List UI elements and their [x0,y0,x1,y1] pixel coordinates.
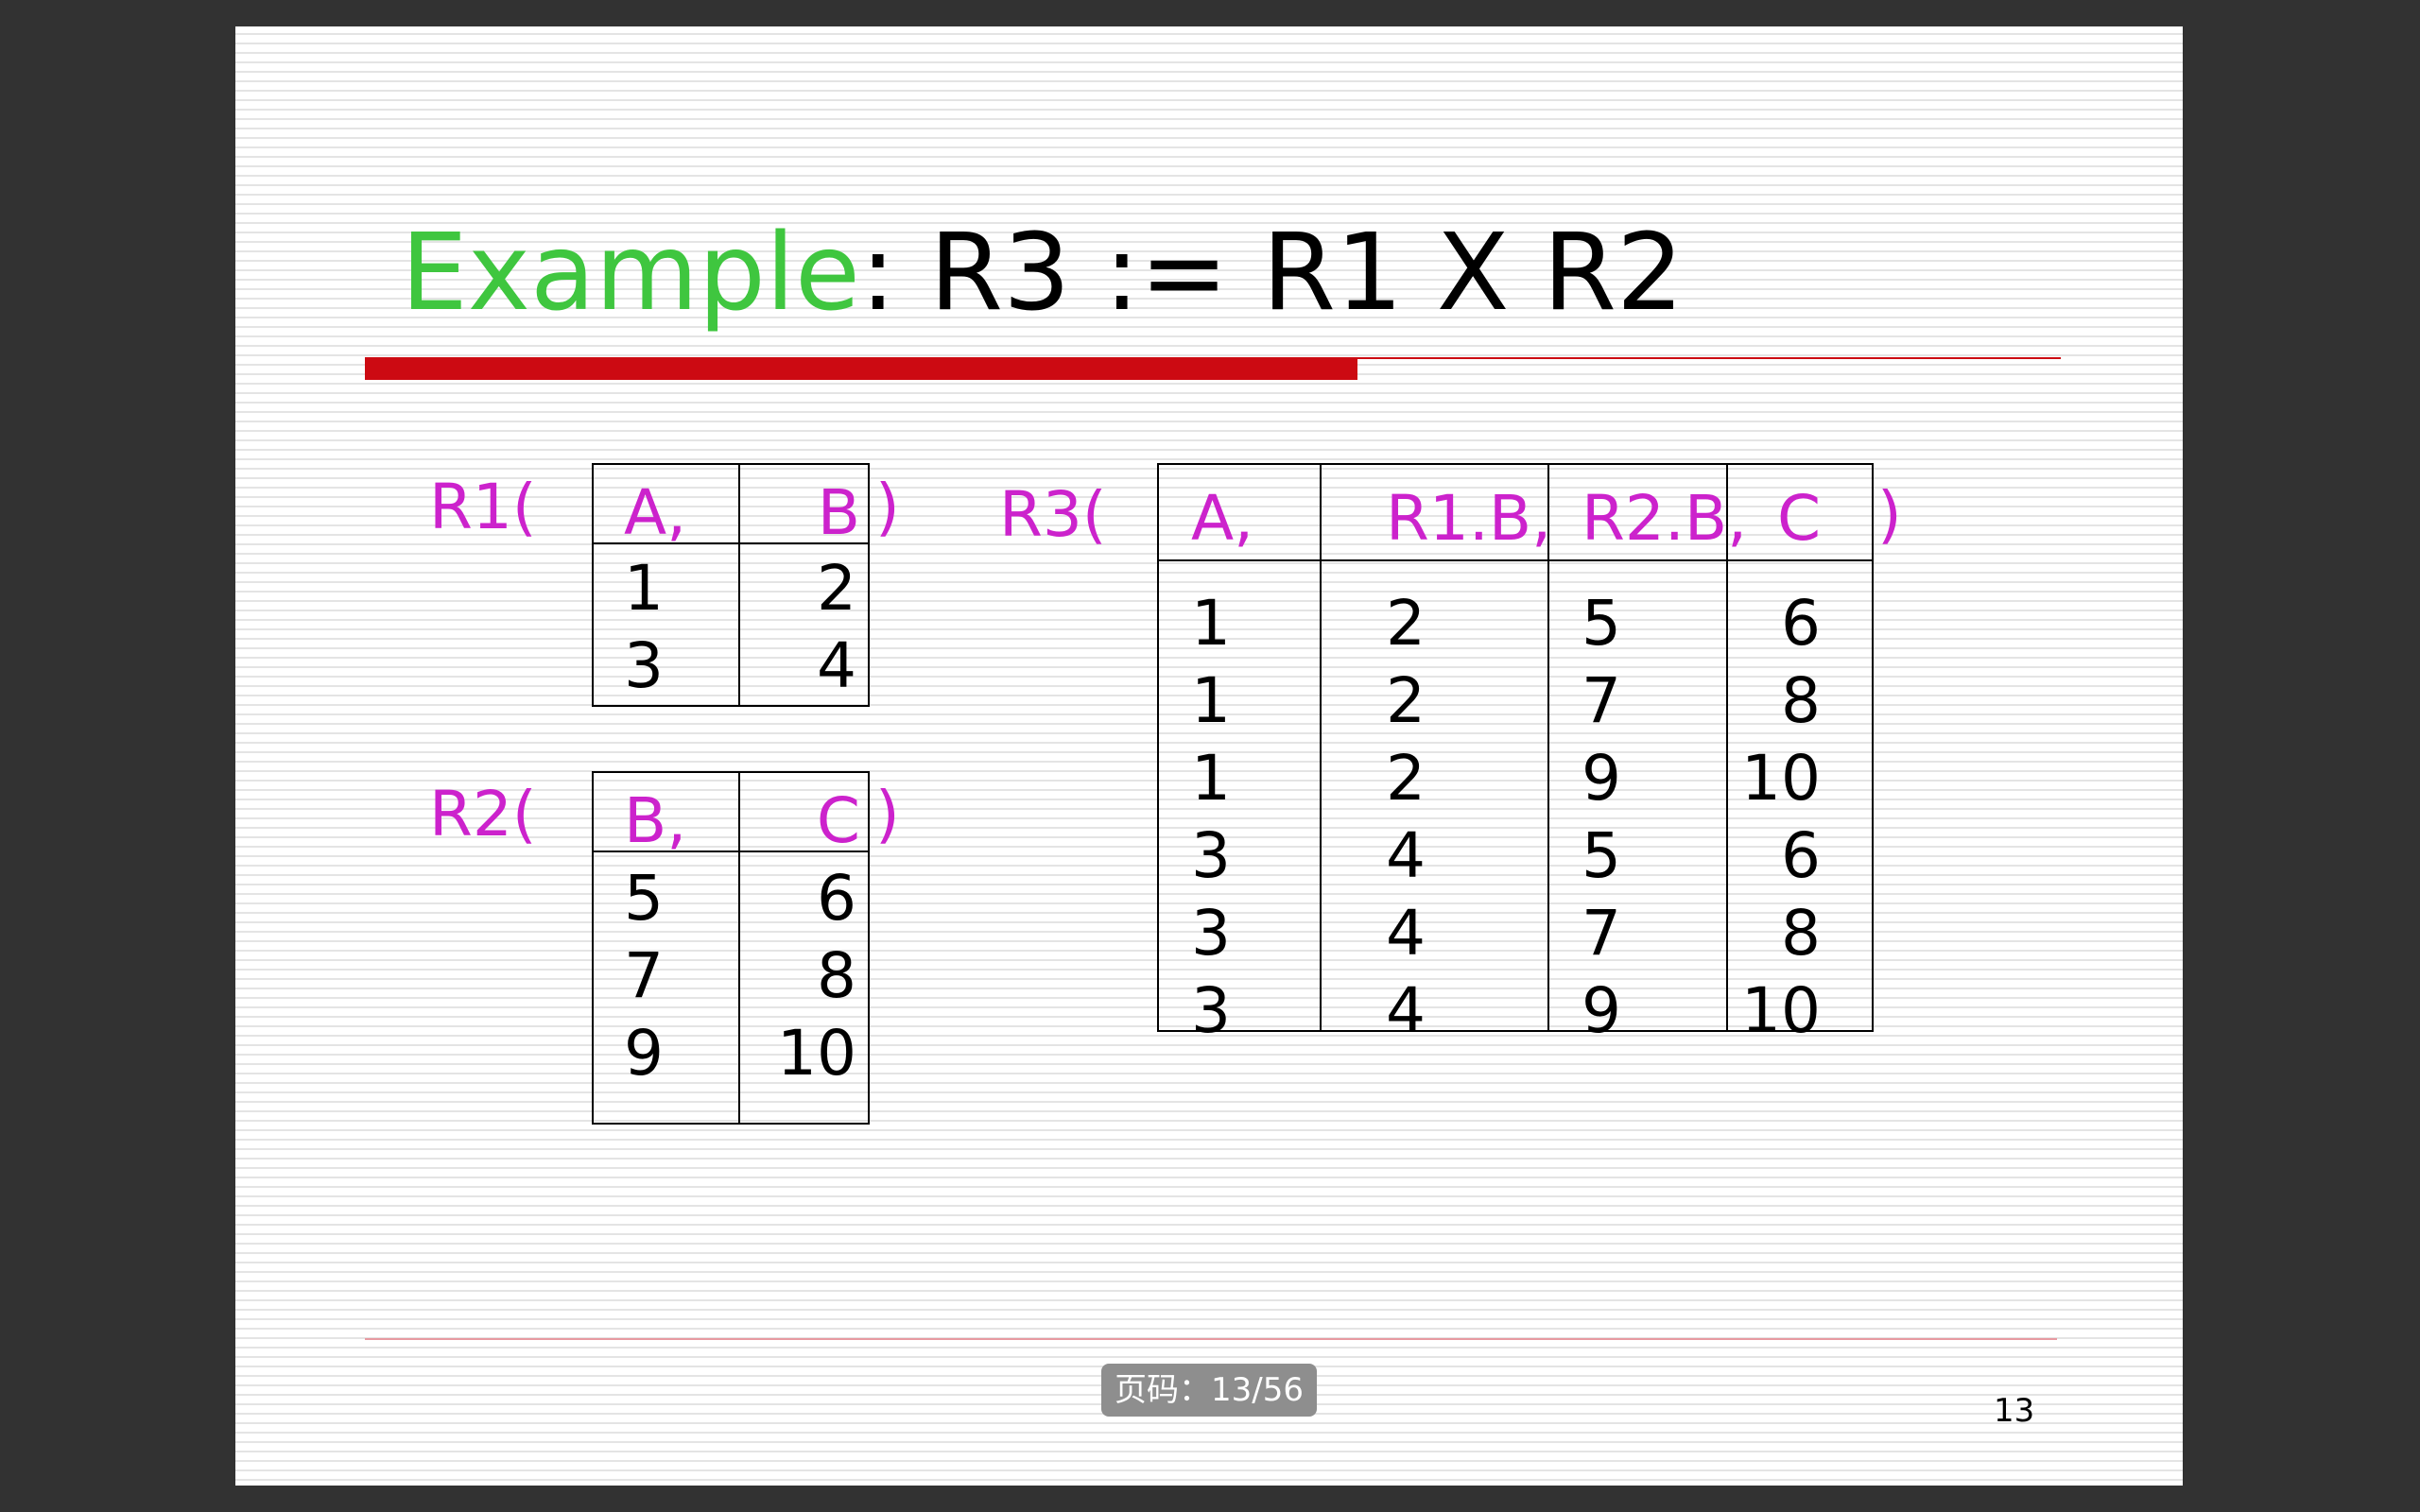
r3-cell: 10 [1741,974,1821,1047]
r1-cell: 1 [624,552,664,625]
r3-cell: 8 [1781,897,1821,970]
r3-cell: 4 [1386,819,1426,892]
r3-cell: 3 [1191,974,1231,1047]
r1-header-a: A, [624,476,687,549]
r3-cell: 4 [1386,897,1426,970]
r1-open-label: R1( [429,471,537,543]
r2-cell: 6 [817,862,856,935]
r3-cell: 1 [1191,587,1231,660]
r3-cell: 1 [1191,742,1231,815]
footer-rule [365,1338,2057,1340]
r1-cell: 3 [624,629,664,702]
r3-column-divider [1320,465,1322,1030]
r3-cell: 5 [1582,819,1621,892]
r3-open-label: R3( [999,478,1107,551]
page-indicator-badge: 页码：13/56 [1101,1364,1317,1417]
r1-cell: 2 [817,552,856,625]
r2-cell: 9 [624,1017,664,1090]
title-rule-thick [365,357,1357,380]
r3-cell: 10 [1741,742,1821,815]
r3-cell: 2 [1386,587,1426,660]
r3-cell: 6 [1781,587,1821,660]
r3-cell: 2 [1386,742,1426,815]
r2-cell: 8 [817,939,856,1012]
slide-number: 13 [1994,1392,2035,1430]
r3-cell: 2 [1386,664,1426,737]
r1-column-divider [738,465,740,705]
slide: Example: R3 := R1 X R2 R1( A, B 1 2 3 4 … [235,26,2183,1486]
r3-header-r2b: R2.B, [1582,482,1748,555]
r3-header-r1b: R1.B, [1386,482,1552,555]
r3-cell: 9 [1582,974,1621,1047]
r3-header-divider [1159,559,1872,561]
r3-cell: 3 [1191,819,1231,892]
slide-title: Example: R3 := R1 X R2 [401,220,1684,326]
r3-cell: 7 [1582,897,1621,970]
r3-cell: 5 [1582,587,1621,660]
r1-close-paren: ) [875,471,900,543]
title-accent: Example [401,212,860,335]
r3-cell: 4 [1386,974,1426,1047]
r2-table: B, C 5 6 7 8 9 10 [592,771,870,1125]
r2-header-b: B, [624,784,687,857]
r3-cell: 6 [1781,819,1821,892]
r2-column-divider [738,773,740,1123]
r2-cell: 7 [624,939,664,1012]
r2-close-paren: ) [875,778,900,850]
r3-header-a: A, [1191,482,1254,555]
r3-close-paren: ) [1877,478,1902,551]
r3-cell: 9 [1582,742,1621,815]
r2-cell: 10 [777,1017,856,1090]
r1-header-b: B [817,476,860,549]
r3-table: A, R1.B, R2.B, C 1 2 5 6 1 2 7 8 1 2 9 1… [1157,463,1874,1042]
r3-cell: 3 [1191,897,1231,970]
title-rule-thin [1357,357,2061,359]
r1-cell: 4 [817,629,856,702]
title-formula: : R3 := R1 X R2 [859,212,1685,335]
r1-table: A, B 1 2 3 4 [592,463,870,707]
r3-header-c: C [1777,482,1822,555]
r2-open-label: R2( [429,778,537,850]
r3-cell: 7 [1582,664,1621,737]
r2-cell: 5 [624,862,664,935]
r3-cell: 1 [1191,664,1231,737]
r2-header-c: C [816,784,860,857]
r3-cell: 8 [1781,664,1821,737]
